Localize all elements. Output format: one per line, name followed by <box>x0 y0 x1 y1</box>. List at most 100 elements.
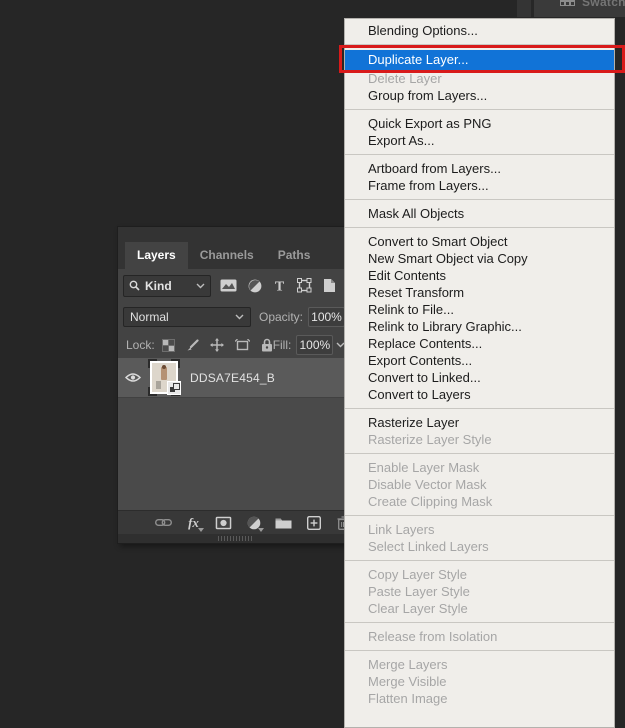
panel-resize-handle[interactable] <box>118 534 352 543</box>
layers-list: DDSA7E454_B <box>118 358 352 510</box>
menu-item-create-clipping-mask: Create Clipping Mask <box>368 494 493 509</box>
layer-name[interactable]: DDSA7E454_B <box>190 371 275 385</box>
swatches-grid-icon <box>560 0 575 7</box>
layer-row[interactable]: DDSA7E454_B <box>118 358 352 398</box>
lock-all-icon[interactable] <box>261 338 273 352</box>
menu-separator <box>345 154 614 155</box>
swatches-tab-label: Swatches <box>582 0 625 9</box>
adjustment-layer-filter-icon[interactable] <box>248 279 262 293</box>
eye-icon <box>125 373 141 382</box>
menu-item-delete-layer: Delete Layer <box>368 71 442 86</box>
menu-separator <box>345 622 614 623</box>
menu-separator <box>345 560 614 561</box>
lock-label: Lock: <box>126 338 155 352</box>
fill-label: Fill: <box>272 338 292 352</box>
tab-paths[interactable]: Paths <box>266 242 323 269</box>
tab-layers[interactable]: Layers <box>125 242 188 269</box>
menu-item-select-linked-layers: Select Linked Layers <box>368 539 489 554</box>
lock-transparency-icon[interactable] <box>161 338 175 352</box>
tab-channels[interactable]: Channels <box>188 242 266 269</box>
menu-separator <box>345 515 614 516</box>
grip-dots-icon <box>218 536 252 541</box>
group-folder-icon[interactable] <box>275 514 292 531</box>
layer-filter-row: Kind T <box>118 269 352 302</box>
filter-kind-dropdown[interactable]: Kind <box>123 274 211 297</box>
link-layers-icon[interactable] <box>155 514 172 531</box>
chevron-down-icon <box>196 283 205 289</box>
filter-type-icons: T <box>220 278 347 293</box>
menu-item-convert-to-layers[interactable]: Convert to Layers <box>345 386 614 403</box>
layers-panel: Layers Channels Paths Kind T Normal Opac… <box>118 227 357 543</box>
fill-input[interactable]: 100% <box>296 335 334 355</box>
menu-item-new-smart-object-via-copy[interactable]: New Smart Object via Copy <box>345 250 614 267</box>
menu-separator <box>345 227 614 228</box>
search-icon <box>129 280 140 291</box>
blend-mode-value: Normal <box>130 310 169 324</box>
lock-row: Lock: Fill: 100% <box>118 332 352 358</box>
opacity-label: Opacity: <box>259 310 304 324</box>
menu-item-mask-all-objects[interactable]: Mask All Objects <box>345 205 614 222</box>
menu-item-quick-export-as-png[interactable]: Quick Export as PNG <box>345 115 614 132</box>
menu-separator <box>345 453 614 454</box>
menu-item-link-layers: Link Layers <box>368 522 435 537</box>
layer-thumbnail[interactable] <box>148 358 182 396</box>
lock-artboard-icon[interactable] <box>234 338 250 352</box>
adjustment-layer-icon[interactable] <box>245 514 264 532</box>
lock-move-icon[interactable] <box>209 338 224 352</box>
layer-visibility-toggle[interactable] <box>118 372 148 383</box>
blend-mode-row: Normal Opacity: 100% <box>118 302 357 332</box>
menu-item-blending-options[interactable]: Blending Options... <box>345 22 614 39</box>
lock-icons <box>161 338 273 352</box>
layer-context-menu: Blending Options... Duplicate Layer... Del… <box>339 18 625 728</box>
menu-item-edit-contents[interactable]: Edit Contents <box>345 267 614 284</box>
menu-item-artboard-from-layers[interactable]: Artboard from Layers... <box>345 160 614 177</box>
menu-separator <box>345 408 614 409</box>
menu-item-rasterize-layer-style: Rasterize Layer Style <box>368 432 492 447</box>
menu-item-replace-contents[interactable]: Replace Contents... <box>345 335 614 352</box>
right-panel-column: Swatches <box>517 0 625 17</box>
menu-item-group-from-layers[interactable]: Group from Layers... <box>345 87 614 104</box>
layers-panel-bottom-bar: fx <box>118 510 352 534</box>
menu-item-relink-to-library-graphic[interactable]: Relink to Library Graphic... <box>345 318 614 335</box>
menu-item-export-as[interactable]: Export As... <box>345 132 614 149</box>
menu-item-relink-to-file[interactable]: Relink to File... <box>345 301 614 318</box>
smart-object-filter-icon[interactable] <box>323 278 336 293</box>
menu-item-convert-to-linked[interactable]: Convert to Linked... <box>345 369 614 386</box>
menu-item-duplicate-layer[interactable]: Duplicate Layer... <box>339 45 625 73</box>
annotation-box <box>339 45 625 73</box>
menu-separator <box>345 650 614 651</box>
blend-mode-dropdown[interactable]: Normal <box>123 307 251 327</box>
menu-item-clear-layer-style: Clear Layer Style <box>368 601 468 616</box>
menu-separator <box>345 44 614 45</box>
menu-item-copy-layer-style: Copy Layer Style <box>368 567 467 582</box>
new-layer-icon[interactable] <box>305 514 322 531</box>
menu-item-convert-to-smart-object[interactable]: Convert to Smart Object <box>345 233 614 250</box>
menu-item-paste-layer-style: Paste Layer Style <box>368 584 470 599</box>
menu-item-frame-from-layers[interactable]: Frame from Layers... <box>345 177 614 194</box>
svg-text:T: T <box>275 280 285 293</box>
menu-item-release-from-isolation: Release from Isolation <box>368 629 498 644</box>
menu-item-disable-vector-mask: Disable Vector Mask <box>368 477 487 492</box>
pixel-layer-filter-icon[interactable] <box>220 279 237 292</box>
menu-item-rasterize-layer[interactable]: Rasterize Layer <box>345 414 614 431</box>
swatches-panel-tab[interactable]: Swatches <box>534 0 625 17</box>
menu-item-merge-layers: Merge Layers <box>368 657 448 672</box>
menu-separator <box>345 199 614 200</box>
add-layer-mask-icon[interactable] <box>215 514 232 531</box>
smart-object-badge-icon <box>167 380 181 395</box>
menu-item-reset-transform[interactable]: Reset Transform <box>345 284 614 301</box>
panel-tab-bar: Layers Channels Paths <box>118 242 352 269</box>
lock-paint-icon[interactable] <box>186 338 199 352</box>
shape-layer-filter-icon[interactable] <box>297 278 312 293</box>
layer-style-fx-icon[interactable]: fx <box>185 514 204 532</box>
menu-item-export-contents[interactable]: Export Contents... <box>345 352 614 369</box>
menu-item-flatten-image: Flatten Image <box>368 691 448 706</box>
menu-item-merge-visible: Merge Visible <box>368 674 447 689</box>
filter-kind-label: Kind <box>145 278 172 293</box>
menu-item-enable-layer-mask: Enable Layer Mask <box>368 460 480 475</box>
type-layer-filter-icon[interactable]: T <box>273 279 286 293</box>
panel-header-bar <box>118 227 352 242</box>
chevron-down-icon <box>235 314 244 320</box>
opacity-input[interactable]: 100% <box>308 307 346 327</box>
menu-separator <box>345 109 614 110</box>
